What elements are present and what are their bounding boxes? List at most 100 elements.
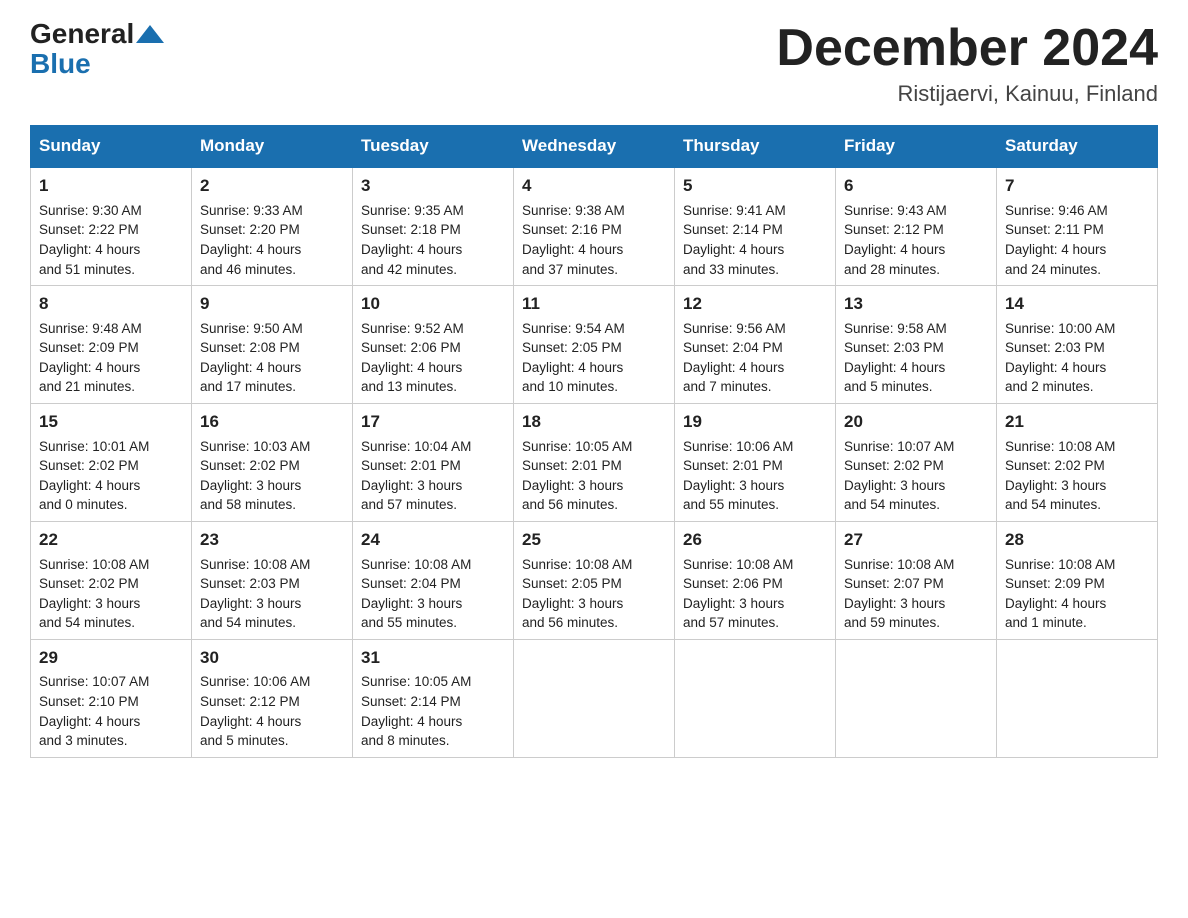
location-title: Ristijaervi, Kainuu, Finland — [776, 81, 1158, 107]
day-info-line: and 1 minute. — [1005, 613, 1149, 633]
day-info-line: and 33 minutes. — [683, 260, 827, 280]
day-number: 5 — [683, 174, 827, 199]
day-info-line: Sunset: 2:04 PM — [683, 338, 827, 358]
calendar-cell: 16Sunrise: 10:03 AMSunset: 2:02 PMDaylig… — [192, 403, 353, 521]
day-number: 14 — [1005, 292, 1149, 317]
day-info-line: Sunset: 2:11 PM — [1005, 220, 1149, 240]
day-info-line: and 0 minutes. — [39, 495, 183, 515]
day-number: 12 — [683, 292, 827, 317]
day-info-line: Daylight: 3 hours — [844, 594, 988, 614]
day-info-line: and 56 minutes. — [522, 495, 666, 515]
day-info-line: Sunrise: 10:08 AM — [361, 555, 505, 575]
calendar-cell: 11Sunrise: 9:54 AMSunset: 2:05 PMDayligh… — [514, 286, 675, 404]
day-info-line: Sunset: 2:08 PM — [200, 338, 344, 358]
day-info-line: Daylight: 3 hours — [683, 594, 827, 614]
calendar-cell: 10Sunrise: 9:52 AMSunset: 2:06 PMDayligh… — [353, 286, 514, 404]
day-info-line: and 58 minutes. — [200, 495, 344, 515]
day-info-line: and 57 minutes. — [683, 613, 827, 633]
day-info-line: Sunset: 2:03 PM — [200, 574, 344, 594]
day-info-line: Sunrise: 9:33 AM — [200, 201, 344, 221]
calendar-cell: 22Sunrise: 10:08 AMSunset: 2:02 PMDaylig… — [31, 521, 192, 639]
day-info-line: Sunrise: 10:08 AM — [844, 555, 988, 575]
day-info-line: Daylight: 4 hours — [200, 358, 344, 378]
day-info-line: Daylight: 3 hours — [844, 476, 988, 496]
col-header-friday: Friday — [836, 126, 997, 168]
day-info-line: Sunset: 2:01 PM — [683, 456, 827, 476]
col-header-monday: Monday — [192, 126, 353, 168]
calendar-cell: 2Sunrise: 9:33 AMSunset: 2:20 PMDaylight… — [192, 167, 353, 285]
day-info-line: Daylight: 3 hours — [361, 594, 505, 614]
calendar-cell: 5Sunrise: 9:41 AMSunset: 2:14 PMDaylight… — [675, 167, 836, 285]
day-number: 10 — [361, 292, 505, 317]
day-info-line: Daylight: 4 hours — [200, 712, 344, 732]
day-info-line: and 54 minutes. — [200, 613, 344, 633]
day-info-line: Daylight: 4 hours — [1005, 358, 1149, 378]
day-info-line: Sunset: 2:18 PM — [361, 220, 505, 240]
calendar-cell: 19Sunrise: 10:06 AMSunset: 2:01 PMDaylig… — [675, 403, 836, 521]
day-number: 7 — [1005, 174, 1149, 199]
calendar-cell: 31Sunrise: 10:05 AMSunset: 2:14 PMDaylig… — [353, 639, 514, 757]
day-info-line: Sunset: 2:02 PM — [39, 574, 183, 594]
day-number: 16 — [200, 410, 344, 435]
day-info-line: Daylight: 4 hours — [683, 358, 827, 378]
day-number: 23 — [200, 528, 344, 553]
day-info-line: Sunset: 2:02 PM — [1005, 456, 1149, 476]
day-number: 30 — [200, 646, 344, 671]
day-info-line: and 46 minutes. — [200, 260, 344, 280]
day-info-line: and 24 minutes. — [1005, 260, 1149, 280]
logo: General Blue — [30, 20, 166, 80]
day-number: 17 — [361, 410, 505, 435]
day-info-line: Sunset: 2:06 PM — [683, 574, 827, 594]
day-info-line: Sunset: 2:03 PM — [844, 338, 988, 358]
day-info-line: Daylight: 4 hours — [844, 358, 988, 378]
day-info-line: Sunrise: 10:08 AM — [200, 555, 344, 575]
col-header-wednesday: Wednesday — [514, 126, 675, 168]
day-info-line: Sunrise: 10:05 AM — [361, 672, 505, 692]
day-info-line: Daylight: 3 hours — [522, 476, 666, 496]
day-number: 26 — [683, 528, 827, 553]
calendar-cell: 26Sunrise: 10:08 AMSunset: 2:06 PMDaylig… — [675, 521, 836, 639]
calendar-cell: 7Sunrise: 9:46 AMSunset: 2:11 PMDaylight… — [997, 167, 1158, 285]
day-info-line: Sunrise: 10:01 AM — [39, 437, 183, 457]
logo-blue-text: Blue — [30, 48, 91, 79]
calendar-cell: 4Sunrise: 9:38 AMSunset: 2:16 PMDaylight… — [514, 167, 675, 285]
calendar-cell: 18Sunrise: 10:05 AMSunset: 2:01 PMDaylig… — [514, 403, 675, 521]
day-info-line: Daylight: 4 hours — [39, 712, 183, 732]
day-info-line: Sunrise: 9:48 AM — [39, 319, 183, 339]
day-info-line: Daylight: 4 hours — [39, 240, 183, 260]
day-info-line: Sunset: 2:12 PM — [844, 220, 988, 240]
day-info-line: Daylight: 4 hours — [683, 240, 827, 260]
day-info-line: Sunset: 2:14 PM — [361, 692, 505, 712]
day-info-line: Sunset: 2:07 PM — [844, 574, 988, 594]
calendar-cell: 8Sunrise: 9:48 AMSunset: 2:09 PMDaylight… — [31, 286, 192, 404]
day-info-line: Sunset: 2:06 PM — [361, 338, 505, 358]
day-info-line: Sunset: 2:16 PM — [522, 220, 666, 240]
day-info-line: and 56 minutes. — [522, 613, 666, 633]
day-info-line: Sunset: 2:02 PM — [200, 456, 344, 476]
day-info-line: Sunrise: 10:07 AM — [844, 437, 988, 457]
day-info-line: Daylight: 4 hours — [361, 712, 505, 732]
calendar-week-row: 22Sunrise: 10:08 AMSunset: 2:02 PMDaylig… — [31, 521, 1158, 639]
calendar-cell: 9Sunrise: 9:50 AMSunset: 2:08 PMDaylight… — [192, 286, 353, 404]
day-info-line: Sunset: 2:22 PM — [39, 220, 183, 240]
day-info-line: Sunrise: 10:08 AM — [683, 555, 827, 575]
day-info-line: Daylight: 3 hours — [361, 476, 505, 496]
day-info-line: Sunrise: 9:38 AM — [522, 201, 666, 221]
day-info-line: Daylight: 4 hours — [1005, 594, 1149, 614]
day-number: 13 — [844, 292, 988, 317]
day-info-line: and 54 minutes. — [1005, 495, 1149, 515]
month-title: December 2024 — [776, 20, 1158, 77]
day-number: 24 — [361, 528, 505, 553]
day-info-line: Sunrise: 10:08 AM — [39, 555, 183, 575]
calendar-cell: 12Sunrise: 9:56 AMSunset: 2:04 PMDayligh… — [675, 286, 836, 404]
day-info-line: Sunset: 2:12 PM — [200, 692, 344, 712]
day-number: 15 — [39, 410, 183, 435]
day-info-line: and 13 minutes. — [361, 377, 505, 397]
calendar-cell: 15Sunrise: 10:01 AMSunset: 2:02 PMDaylig… — [31, 403, 192, 521]
day-info-line: and 55 minutes. — [361, 613, 505, 633]
day-info-line: and 37 minutes. — [522, 260, 666, 280]
day-info-line: Sunrise: 9:58 AM — [844, 319, 988, 339]
day-info-line: Sunrise: 10:08 AM — [1005, 555, 1149, 575]
day-info-line: Sunrise: 10:08 AM — [522, 555, 666, 575]
calendar-cell: 20Sunrise: 10:07 AMSunset: 2:02 PMDaylig… — [836, 403, 997, 521]
